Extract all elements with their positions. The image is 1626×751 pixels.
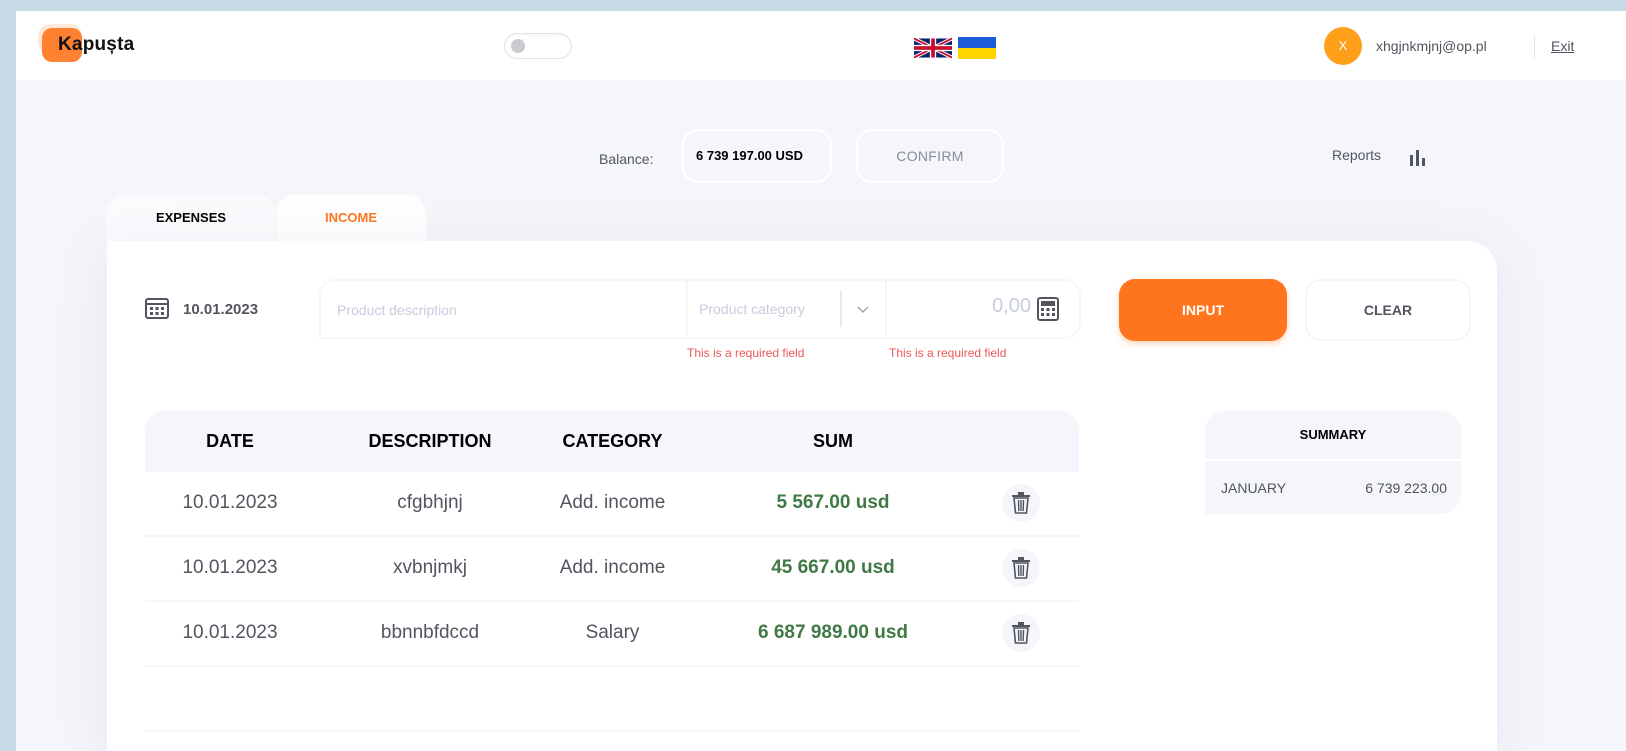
row-category: Add. income [559,557,666,578]
row-sum: 45 667.00 usd [771,557,895,578]
delete-button[interactable] [1002,549,1040,587]
balance-label: Balance: [599,151,654,167]
column-header-sum: SUM [813,431,853,451]
reports-link[interactable]: Reports [1332,147,1381,163]
toggle-knob [511,39,525,53]
row-sum: 6 687 989.00 usd [758,622,908,643]
theme-toggle[interactable] [504,33,572,59]
tab-expenses[interactable]: EXPENSES [107,194,275,244]
form-divider [885,281,887,337]
logo-text: Kapușta [58,34,135,55]
date-picker-value[interactable]: 10.01.2023 [183,301,258,318]
main-panel: 10.01.2023 Product category 0,00 Thi [107,241,1497,751]
table-row: 10.01.2023 xvbnjmkj Add. income 45 667.0… [145,537,1079,602]
table-row-empty [145,667,1079,732]
row-category: Salary [585,622,640,643]
row-category: Add. income [559,492,666,513]
summary-panel: SUMMARY JANUARY 6 739 223.00 [1205,411,1461,514]
summary-row: JANUARY 6 739 223.00 [1205,461,1461,514]
amount-input[interactable]: 0,00 [921,295,1031,318]
header: Kapușta X xhgjnkmjnj@op.pl Exit [16,11,1626,80]
trash-icon [1012,492,1030,514]
category-error: This is a required field [687,346,805,360]
delete-button[interactable] [1002,614,1040,652]
logo[interactable]: Kapușta [38,24,162,62]
tab-income[interactable]: INCOME [276,194,426,244]
summary-title: SUMMARY [1205,411,1461,461]
calendar-icon[interactable] [145,297,169,319]
trash-icon [1012,557,1030,579]
row-date: 10.01.2023 [182,492,278,513]
row-description: cfgbhjnj [397,492,463,513]
header-divider [1534,35,1535,59]
input-button[interactable]: INPUT [1119,279,1287,341]
category-select[interactable]: Product category [699,301,805,317]
row-date: 10.01.2023 [182,622,278,643]
transactions-table: DATE DESCRIPTION CATEGORY SUM 10.01.2023… [145,411,1079,732]
avatar: X [1324,27,1362,65]
amount-error: This is a required field [889,346,1007,360]
row-sum: 5 567.00 usd [776,492,890,513]
app-window: Kapușta X xhgjnkmjnj@op.pl Exit Balance:… [16,11,1626,751]
form-divider [686,281,688,337]
confirm-button[interactable]: CONFIRM [856,129,1004,183]
transaction-form: Product category 0,00 [319,279,1081,339]
column-header-category: CATEGORY [562,431,663,451]
bar-chart-icon[interactable] [1408,148,1426,166]
ua-flag-icon[interactable] [958,37,996,59]
trash-icon [1012,622,1030,644]
balance-input[interactable]: 6 739 197.00 USD [682,129,832,183]
table-header: DATE DESCRIPTION CATEGORY SUM [145,411,1079,472]
exit-link[interactable]: Exit [1551,38,1574,54]
calculator-icon[interactable] [1037,297,1059,321]
column-header-description: DESCRIPTION [368,431,492,451]
clear-button[interactable]: CLEAR [1305,279,1471,341]
en-flag-icon[interactable] [914,37,952,59]
user-email: xhgjnkmjnj@op.pl [1376,38,1487,54]
chevron-down-icon[interactable] [855,301,871,317]
row-date: 10.01.2023 [182,557,278,578]
description-input[interactable] [335,281,684,339]
column-header-date: DATE [206,431,254,451]
delete-button[interactable] [1002,484,1040,522]
summary-month: JANUARY [1221,480,1287,496]
summary-value: 6 739 223.00 [1365,480,1447,496]
table-row: 10.01.2023 bbnnbfdccd Salary 6 687 989.0… [145,602,1079,667]
row-description: bbnnbfdccd [380,622,480,643]
select-separator [840,291,842,327]
row-description: xvbnjmkj [393,557,467,578]
table-row: 10.01.2023 cfgbhjnj Add. income 5 567.00… [145,472,1079,537]
